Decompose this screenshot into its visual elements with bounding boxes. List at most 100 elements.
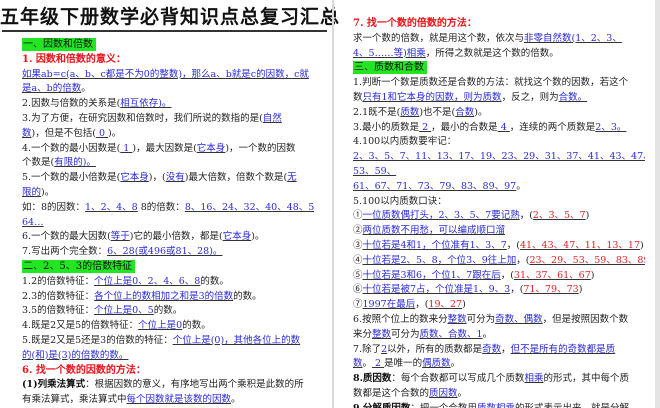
answer-text: 非零自然数(1、2、3、 [524,32,622,44]
text: 3.为了方便，在研究因数和倍数时，我们所说的数指的是( [22,112,263,124]
answer-text: 它本身 [120,172,149,184]
text-line: 4.100以内质数要牢记： [353,135,645,150]
text: ：把一个合数用 [410,403,477,408]
text-line: 数只有1和它本身的因数，则为质数，反之，则为合数。 [353,91,645,106]
answer-text: 十位若是被7占，个位准是1、9、3 [362,284,511,296]
answer-text: 自然 [262,112,282,124]
answer-text: 有限的)。 [54,157,96,169]
answer-text: 十位若是2、5、8，个位3、9往上加 [362,254,517,266]
bold-term: (1)列乘法算式 [22,379,86,391]
text: ) [578,284,583,296]
text-line: 有乘法算式，乘法算式中每个因数就是该数的因数。 [22,393,314,408]
text: )。 [108,127,122,139]
text: 2.因数与倍数的关系是( [22,98,121,110]
text-line: (1)列乘法算式：根据因数的意义，有序地写出两个乘积是此数的所 [22,378,314,393]
text-line: 数。 2 是唯一的偶质数。 [353,357,645,372]
section-heading: 一、因数和倍数 [22,38,96,51]
text-line: 4.一个数的最小因数是( 1 )，最大因数是(它本身)，一个数的因数 [22,142,314,157]
section-heading: 三、质数和合数 [353,61,427,75]
section-subheading: 6. 找一个数的因数的方法： [22,364,146,376]
answer-text: 61、67、71、73、79、83、89、97 [353,180,517,192]
text-line: 3.最小的质数是 2 ，最小的合数是 4 ，连续的两个质数是2、3。 [353,121,645,136]
answer-text: 质数、合数、1 [419,328,483,340]
text-line: 5.一个数的最小倍数是(它本身)，(没有)最大倍数，倍数个数是(无 [22,171,314,186]
answer-text: 各个位上的数相加之和是3的倍数 [94,290,234,302]
answer-text: 它本身 [196,142,226,154]
text: ，但是按照因数个数 [542,313,629,325]
text: 的数。 [200,275,229,287]
text: ③ [353,239,363,251]
text: ⑥ [353,284,363,296]
text-line: ⑥十位若是被7占，个位准是1、9、3，(71、79、73) [353,283,645,298]
text: 7.除了 [353,343,382,355]
text-line: 8.质因数：每个合数都可以写成几个质数相乘的形式，其中每个质 [353,372,645,387]
text-line: 4、5……等)相乘，所得之数就是这个数的倍数。 [353,47,645,62]
text: ，( [415,299,429,311]
text: ，反之，则为 [501,91,559,103]
text-line: 2.3的倍数特征：各个位上的数相加之和是3的倍数的数。 [22,290,314,305]
text-line: 个数是(有限的)。 [22,156,314,171]
text-line: 3.5的倍数特征：个位上是0、5的数。 [22,304,314,319]
title-divider [2,30,327,32]
text: )。 [474,106,488,118]
answer-text: 两位质数不用愁，可以编成顺口溜 [362,225,506,237]
text: 2.3的倍数特征： [22,290,95,302]
text-line: 61、67、71、73、79、83、89、97。 [353,180,645,195]
answer-text: 的(和)是(3)的倍数的数。 [22,349,129,361]
text-line: 7.写出两个完全数：6、28(或496或81、28)。 [22,245,314,260]
text: 以外，所有的质数都是 [387,343,483,355]
text: 可分为 [391,328,420,340]
text: 可分为 [466,313,496,325]
text: 4.100以内质数要牢记： [353,136,457,148]
answer-text: 奇数、偶数 [495,313,543,325]
scrollbar-track[interactable] [655,0,660,408]
text-line: 是a、b的倍数。 [22,82,314,97]
text: )，( [148,172,166,184]
text: 7.写出两个完全数： [22,246,108,258]
text-line: ①一位质数偶打头，2、3、5、7要记熟，(2、3、5、7) [353,209,645,224]
text: )。 [251,231,265,243]
text: 数都是这个合数的 [353,387,430,399]
answer-text: 4 [497,121,510,133]
text: )，一个数的因数 [225,142,296,154]
text-line: ④十位若是2、5、8，个位3、9往上加，(23、29、53、59、83、89) [353,254,645,269]
text: ) [585,210,590,222]
section-subheading: 1. 因数和倍数的意义： [22,53,126,65]
text: 个数是( [22,157,55,169]
answer-text: 限的 [22,186,42,198]
text: 5.既是2又是5还是3的倍数的特征： [22,334,173,346]
text: )。 [41,186,55,198]
text: )最大倍数，倍数个数是( [184,172,288,184]
answer-numbers: 31、37、61、67 [513,269,591,281]
answer-text: 整数 [372,328,392,340]
answer-text: 53、59、 [353,165,397,177]
text-line: 1.判断一个数是质数还是合数的方法：就找这个数的因数，若这个 [353,76,645,91]
text: 2.1既不是( [353,106,401,118]
text: ⑤ [353,269,363,281]
text: ，( [510,284,524,296]
answer-text: 相互依存)。 [120,98,172,110]
text: 5.100以内质数口诀： [353,195,447,207]
text: 6.一个数的最大因数( [22,231,111,243]
text-line: 6.按照个位上的数来分整数可分为奇数、偶数，但是按照因数个数 [353,313,645,328]
answer-text: 个位上是0、5 [94,305,154,317]
text: )，最大因数是( [132,142,197,154]
left-column: 一、因数和倍数 1. 因数和倍数的意义： 如果ab=c(a、b、c都是不为0的整数)… [22,38,314,408]
answer-text: 每个因数就是该数的因数 [126,394,232,406]
section-heading: 二、2、5、3的倍数特征 [22,259,136,273]
text: ，( [519,210,533,222]
text: 3.最小的质数是 [353,121,420,133]
answer-text: 合数。 [558,91,588,103]
text: ，最小的合数是 [431,121,498,133]
text: ④ [353,254,363,266]
text-line: 7. 找一个数的倍数的方法： [353,17,645,32]
text: ：每个合数都可以写成几个质数 [391,373,525,385]
answer-numbers: 41、43、47、11、13、17 [519,239,640,251]
answer-text: 质因数 [429,387,458,399]
text: ⑦ [353,299,363,311]
text: 6.按照个位上的数来分 [353,313,448,325]
answer-text: 整数 [447,313,467,325]
answer-text: 十位若是4和1，个位准有1、3、7 [362,239,507,251]
text-line: 如：8的因数：1、2、4、8 8的倍数：8、16、24、32、40、48、56、 [22,201,314,216]
right-column: 7. 找一个数的倍数的方法： 求一个数的倍数，就是用这个数，依次与非零自然数(1、… [353,17,645,408]
